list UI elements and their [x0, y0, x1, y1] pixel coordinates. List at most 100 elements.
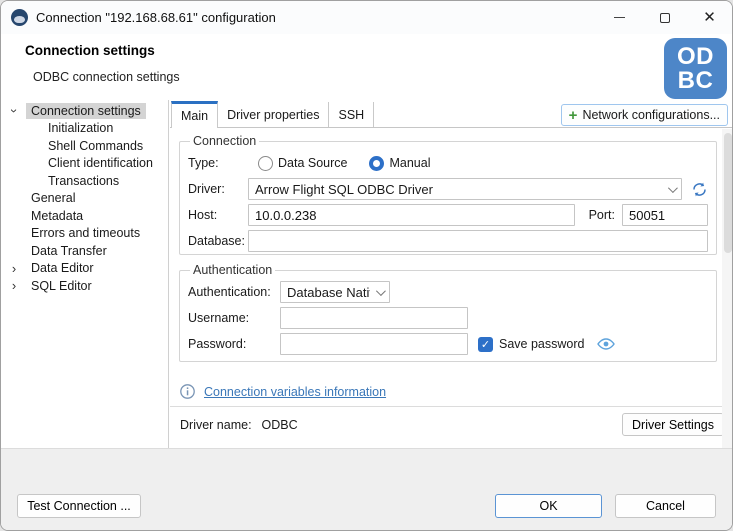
password-label: Password:	[188, 337, 280, 351]
connection-configuration-dialog: Connection "192.168.68.61" configuration…	[0, 0, 733, 531]
show-password-eye-icon[interactable]	[597, 337, 615, 351]
main-panel: Main Driver properties SSH + Network con…	[170, 100, 733, 448]
title-bar: Connection "192.168.68.61" configuration…	[1, 1, 732, 34]
authentication-group-legend: Authentication	[190, 263, 275, 277]
info-icon	[180, 384, 195, 399]
tab-label: Driver properties	[227, 108, 319, 122]
database-label: Database:	[188, 234, 248, 248]
sidebar-item-data-editor[interactable]: › Data Editor	[1, 260, 168, 278]
host-row: Host: Port:	[188, 204, 708, 226]
vertical-scrollbar[interactable]	[722, 129, 733, 448]
ok-button[interactable]: OK	[495, 494, 602, 518]
driver-select[interactable]: Arrow Flight SQL ODBC Driver	[248, 178, 682, 200]
sidebar-item-initialization[interactable]: Initialization	[1, 120, 168, 138]
driver-label: Driver:	[188, 182, 248, 196]
radio-data-source[interactable]: Data Source	[258, 156, 347, 171]
dialog-body: › Connection settings Initialization She…	[1, 100, 732, 448]
odbc-logo: OD BC	[664, 38, 727, 99]
save-password-label: Save password	[499, 337, 584, 351]
test-connection-button[interactable]: Test Connection ...	[17, 494, 141, 518]
type-row: Type: Data Source Manual	[188, 152, 708, 174]
sidebar-item-transactions[interactable]: Transactions	[1, 172, 168, 190]
close-icon: ✕	[703, 10, 716, 25]
driver-name-value: ODBC	[262, 418, 298, 432]
tab-ssh[interactable]: SSH	[329, 102, 374, 127]
username-row: Username:	[188, 307, 708, 329]
authentication-select[interactable]: Database Native	[280, 281, 390, 303]
chevron-right-icon[interactable]: ›	[8, 260, 20, 278]
connection-group: Connection Type: Data Source Manual Driv…	[179, 134, 717, 255]
sidebar-item-label: Errors and timeouts	[31, 226, 140, 240]
authentication-select-value: Database Native	[287, 285, 370, 300]
driver-name-label: Driver name:	[180, 418, 252, 432]
driver-row: Driver: Arrow Flight SQL ODBC Driver	[188, 178, 708, 200]
minimize-button[interactable]	[597, 1, 642, 34]
tab-driver-properties[interactable]: Driver properties	[218, 102, 329, 127]
radio-data-source-label: Data Source	[278, 156, 347, 170]
divider	[170, 406, 733, 407]
sidebar-item-label: Transactions	[48, 174, 119, 188]
maximize-icon	[660, 13, 670, 23]
connection-variables-row: Connection variables information	[180, 384, 386, 399]
sidebar-item-general[interactable]: General	[1, 190, 168, 208]
settings-tree: › Connection settings Initialization She…	[1, 100, 169, 448]
authentication-group: Authentication Authentication: Database …	[179, 263, 717, 362]
sidebar-item-label: Data Transfer	[31, 244, 107, 258]
password-row: Password: ✓ Save password	[188, 333, 708, 355]
cancel-button[interactable]: Cancel	[615, 494, 716, 518]
dialog-footer: Test Connection ... OK Cancel	[1, 448, 732, 530]
network-configurations-label: Network configurations...	[582, 108, 720, 122]
host-input[interactable]	[248, 204, 575, 226]
dialog-header: Connection settings ODBC connection sett…	[1, 34, 732, 100]
sidebar-item-errors-and-timeouts[interactable]: Errors and timeouts	[1, 225, 168, 243]
sidebar-item-label: Client identification	[48, 156, 153, 170]
driver-select-value: Arrow Flight SQL ODBC Driver	[255, 182, 662, 197]
port-input[interactable]	[622, 204, 708, 226]
driver-settings-button[interactable]: Driver Settings	[622, 413, 724, 436]
host-label: Host:	[188, 208, 248, 222]
radio-manual[interactable]: Manual	[369, 156, 430, 171]
sidebar-item-label: General	[31, 191, 75, 205]
close-button[interactable]: ✕	[687, 1, 732, 34]
tab-label: Main	[181, 109, 208, 123]
app-icon	[11, 9, 28, 26]
network-configurations-button[interactable]: + Network configurations...	[561, 104, 728, 126]
connection-variables-link[interactable]: Connection variables information	[204, 385, 386, 399]
chevron-down-icon	[668, 183, 678, 193]
chevron-right-icon[interactable]: ›	[8, 277, 20, 295]
chevron-down-icon[interactable]: ›	[5, 105, 23, 117]
connection-group-legend: Connection	[190, 134, 259, 148]
sidebar-item-sql-editor[interactable]: › SQL Editor	[1, 277, 168, 295]
password-input[interactable]	[280, 333, 468, 355]
authentication-label: Authentication:	[188, 285, 280, 299]
save-password-checkbox[interactable]: ✓	[478, 337, 493, 352]
sidebar-item-label: Metadata	[31, 209, 83, 223]
maximize-button[interactable]	[642, 1, 687, 34]
sidebar-item-label: Initialization	[48, 121, 113, 135]
sidebar-item-metadata[interactable]: Metadata	[1, 207, 168, 225]
odbc-logo-line1: OD	[677, 45, 714, 69]
sidebar-item-label: Shell Commands	[48, 139, 143, 153]
authentication-row: Authentication: Database Native	[188, 281, 708, 303]
sidebar-item-label: Data Editor	[31, 261, 94, 275]
tab-label: SSH	[338, 108, 364, 122]
page-subtitle: ODBC connection settings	[33, 70, 180, 84]
sidebar-item-shell-commands[interactable]: Shell Commands	[1, 137, 168, 155]
username-label: Username:	[188, 311, 280, 325]
database-row: Database:	[188, 230, 708, 252]
sidebar-item-label: Connection settings	[26, 103, 146, 119]
username-input[interactable]	[280, 307, 468, 329]
minimize-icon	[614, 17, 625, 18]
refresh-driver-icon[interactable]	[691, 181, 708, 198]
sidebar-item-client-identification[interactable]: Client identification	[1, 155, 168, 173]
scrollbar-thumb[interactable]	[724, 133, 732, 253]
sidebar-item-data-transfer[interactable]: Data Transfer	[1, 242, 168, 260]
driver-name-row: Driver name: ODBC Driver Settings	[180, 413, 724, 436]
window-controls: ✕	[597, 1, 732, 34]
radio-manual-label: Manual	[389, 156, 430, 170]
database-input[interactable]	[248, 230, 708, 252]
radio-unselected-icon	[258, 156, 273, 171]
tab-main[interactable]: Main	[171, 101, 218, 128]
type-label: Type:	[188, 156, 248, 170]
sidebar-item-connection-settings[interactable]: › Connection settings	[1, 102, 168, 120]
